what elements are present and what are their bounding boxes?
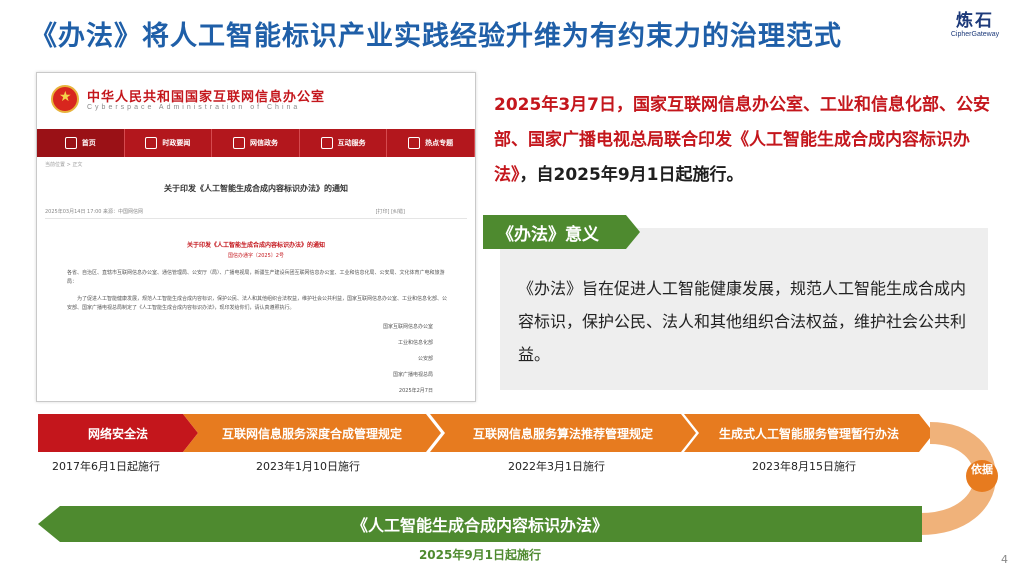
headline: 2025年3月7日，国家互联网信息办公室、工业和信息化部、公安部、国家广播电视总…	[494, 88, 994, 193]
signer: 工业和信息化部	[397, 340, 433, 346]
significance-text: 《办法》旨在促进人工智能健康发展，规范人工智能生成合成内容标识，保护公民、法人和…	[518, 279, 967, 364]
timeline-date-1: 2017年6月1日起施行	[52, 460, 160, 473]
signer: 国家互联网信息办公室	[382, 324, 433, 330]
logo-text-cn: 炼石	[956, 11, 994, 31]
page-number: 4	[1001, 553, 1008, 566]
document-number: 国信办通字〔2025〕2号	[228, 253, 284, 259]
divider	[45, 218, 467, 219]
timeline-step-4: 生成式人工智能服务管理暂行办法	[684, 414, 934, 452]
star-icon	[145, 137, 158, 149]
nav-item-news[interactable]: 时政要闻	[125, 129, 213, 157]
notice-paragraph: 各省、自治区、直辖市互联网信息办公室、通信管理局、公安厅（局）、广播电视局，新疆…	[67, 270, 445, 285]
signer: 国家广播电视总局	[392, 372, 433, 378]
nav-item-services[interactable]: 互动服务	[300, 129, 388, 157]
final-date: 2025年9月1日起施行	[418, 548, 542, 562]
notice-title: 关于印发《人工智能生成合成内容标识办法》的通知	[164, 184, 348, 193]
timeline-date-2: 2023年1月10日施行	[256, 460, 360, 473]
sign-date: 2025年2月7日	[398, 388, 433, 394]
headline-black: ，自2025年9月1日起施行。	[519, 165, 744, 185]
home-icon	[64, 137, 77, 149]
site-navbar: 首页 时政要闻 网信政务 互动服务 热点专题	[37, 129, 475, 157]
notice-screenshot: 中华人民共和国国家互联网信息办公室 Cyberspace Administrat…	[36, 72, 476, 402]
basis-badge: 依据	[966, 460, 998, 492]
nav-item-topics[interactable]: 热点专题	[387, 129, 475, 157]
folder-icon	[408, 137, 421, 149]
nav-item-affairs[interactable]: 网信政务	[212, 129, 300, 157]
timeline-step-2: 互联网信息服务深度合成管理规定	[183, 414, 441, 452]
breadcrumb: 当前位置 > 正文	[45, 162, 83, 168]
site-org-name: 中华人民共和国国家互联网信息办公室	[87, 90, 326, 105]
site-header: 中华人民共和国国家互联网信息办公室 Cyberspace Administrat…	[37, 73, 475, 125]
national-emblem-icon	[51, 85, 79, 113]
print-links[interactable]: [打印] [纠错]	[376, 208, 405, 215]
timeline-date-4: 2023年8月15日施行	[752, 460, 856, 473]
nav-item-home[interactable]: 首页	[37, 129, 125, 157]
company-logo: 炼石 CipherGateway	[942, 6, 1008, 38]
notice-meta: 2025年03月14日 17:00 来源：中国网信网	[45, 209, 144, 215]
chat-icon	[320, 137, 333, 149]
signer: 公安部	[417, 356, 433, 362]
timeline-step-3: 互联网信息服务算法推荐管理规定	[430, 414, 696, 452]
final-regulation-arrow: 《人工智能生成合成内容标识办法》	[38, 506, 922, 542]
site-org-name-en: Cyberspace Administration of China	[87, 104, 301, 111]
timeline-step-1: 网络安全法	[38, 414, 198, 452]
document-icon	[232, 137, 245, 149]
timeline-date-3: 2022年3月1日施行	[508, 460, 605, 473]
logo-text-en: CipherGateway	[950, 31, 1000, 38]
slide-title: 《办法》将人工智能标识产业实践经验升维为有约束力的治理范式	[30, 21, 842, 52]
significance-tab: 《办法》意义	[483, 215, 640, 249]
notice-subtitle: 关于印发《人工智能生成合成内容标识办法》的通知	[186, 242, 325, 249]
notice-paragraph: 为了促进人工智能健康发展，规范人工智能生成合成内容标识，保护公民、法人和其他组织…	[67, 296, 448, 311]
